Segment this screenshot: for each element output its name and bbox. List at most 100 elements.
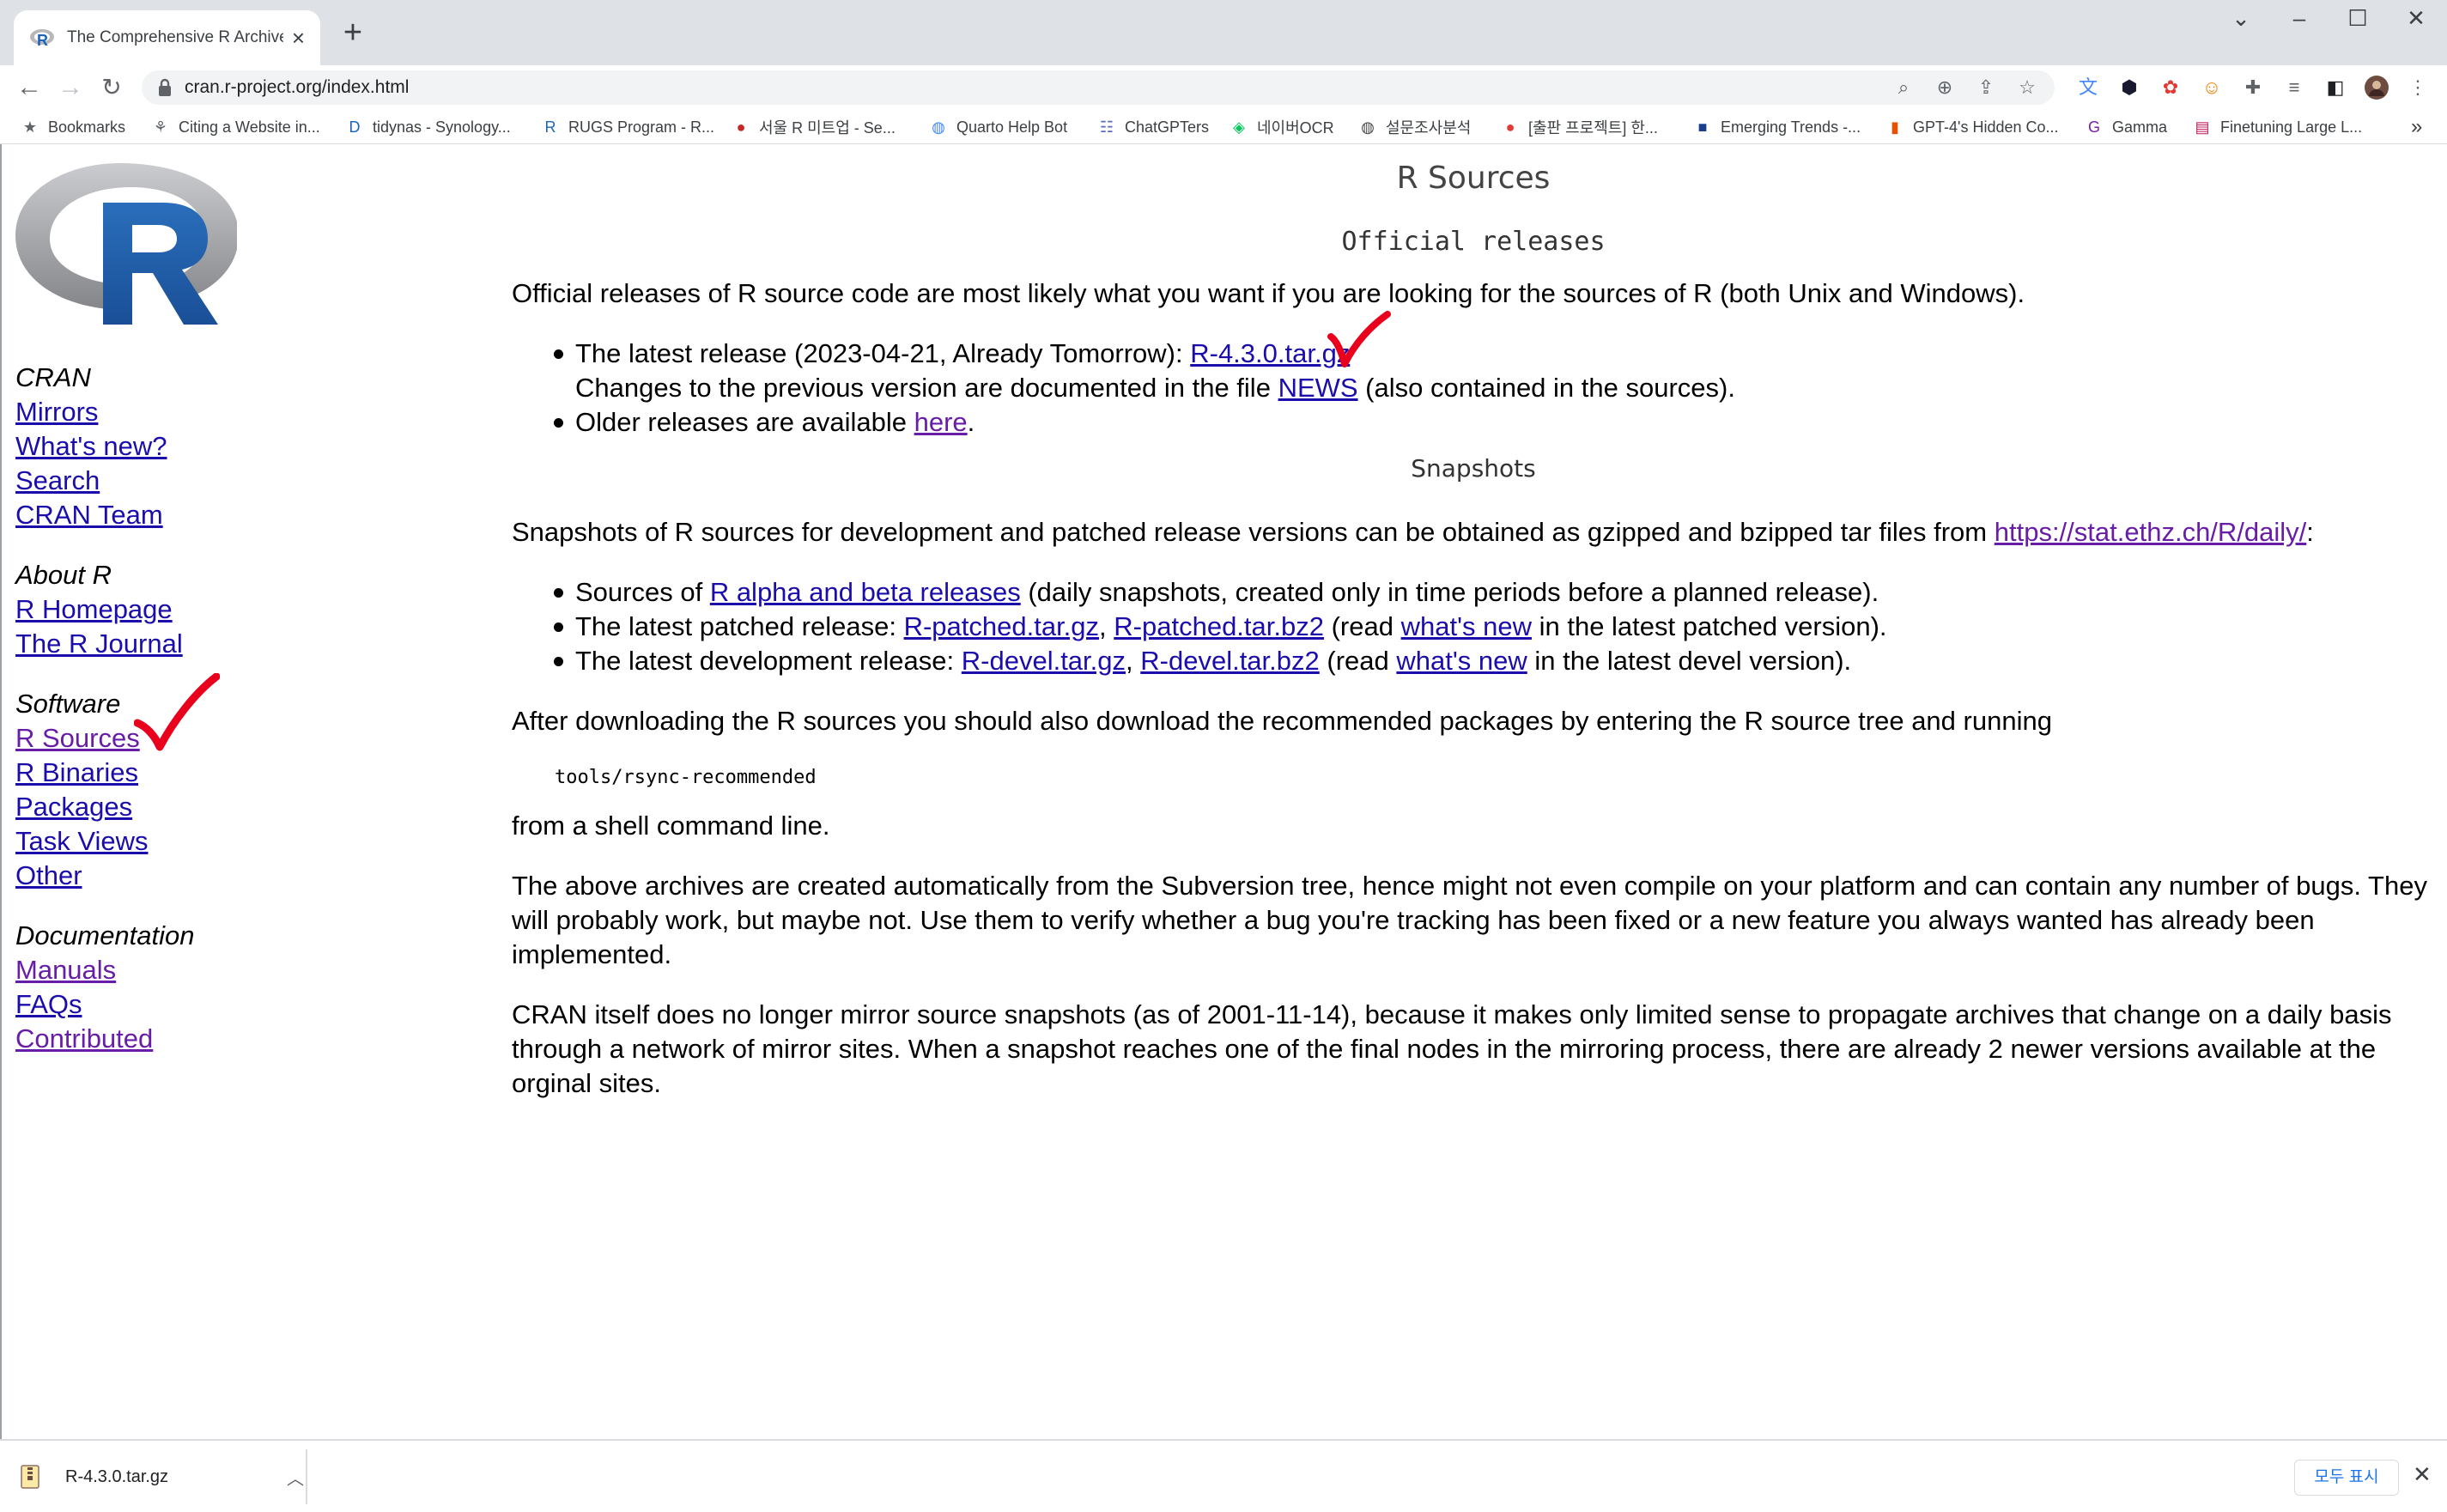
bookmark-item[interactable]: ● 서울 R 미트업 - Se... bbox=[732, 115, 896, 139]
reload-icon[interactable]: ↻ bbox=[94, 70, 129, 105]
show-all-downloads-button[interactable]: 모두 표시 bbox=[2294, 1460, 2399, 1496]
bookmark-icon: ▮ bbox=[1891, 118, 1899, 136]
r-patched-gz-link[interactable]: R-patched.tar.gz bbox=[904, 611, 1099, 641]
page-title: R Sources bbox=[1396, 161, 1551, 196]
bookmarks-bar: ★ Bookmarks ⚘ Citing a Website in... Dtidyna… bbox=[0, 110, 2447, 144]
older-releases-here-link[interactable]: here bbox=[914, 407, 968, 437]
sidebar-link-other[interactable]: Other bbox=[15, 859, 149, 893]
download-item[interactable]: R-4.3.0.tar.gz ︿ bbox=[21, 1453, 304, 1501]
back-icon[interactable]: ← bbox=[12, 70, 46, 105]
bookmark-star-icon[interactable]: ☆ bbox=[2015, 76, 2039, 100]
sidebar-link-manuals[interactable]: Manuals bbox=[15, 953, 195, 987]
tab-close-icon[interactable]: × bbox=[292, 25, 305, 52]
bookmark-item[interactable]: ▮ GPT-4's Hidden Co... bbox=[1885, 115, 2059, 139]
rsync-command: tools/rsync-recommended bbox=[555, 767, 817, 788]
chat-extension-icon[interactable]: ☺ bbox=[2200, 76, 2224, 100]
puzzle-icon[interactable]: ✚ bbox=[2241, 76, 2265, 100]
sidebar-link-task-views[interactable]: Task Views bbox=[15, 824, 149, 859]
sidebar-link-r-sources[interactable]: R Sources bbox=[15, 721, 149, 756]
r-devel-gz-link[interactable]: R-devel.tar.gz bbox=[962, 646, 1126, 676]
download-file-name: R-4.3.0.tar.gz bbox=[65, 1466, 169, 1486]
translate-extension-icon[interactable]: 文 bbox=[2076, 76, 2100, 100]
bookmark-label: GPT-4's Hidden Co... bbox=[1913, 118, 2059, 136]
sidebar-link-mirrors[interactable]: Mirrors bbox=[15, 395, 167, 429]
sidebar-link-r-binaries[interactable]: R Binaries bbox=[15, 756, 149, 790]
media-queue-icon[interactable]: ≡ bbox=[2282, 76, 2306, 100]
r-4-3-0-download-link[interactable]: R-4.3.0.tar.gz bbox=[1190, 338, 1350, 368]
menu-kebab-icon[interactable]: ⋮ bbox=[2406, 76, 2430, 100]
hexagon-extension-icon[interactable]: ⬢ bbox=[2117, 76, 2141, 100]
official-releases-heading: Official releases bbox=[1341, 227, 1606, 257]
r-patched-bz2-link[interactable]: R-patched.tar.bz2 bbox=[1114, 611, 1324, 641]
bookmark-item[interactable]: R RUGS Program - R... bbox=[541, 115, 715, 139]
color-extension-icon[interactable]: ✿ bbox=[2159, 76, 2183, 100]
divider bbox=[306, 1449, 307, 1504]
close-download-bar-icon[interactable]: ✕ bbox=[2413, 1461, 2432, 1488]
chat-icon: ☷ bbox=[1099, 118, 1114, 136]
bookmark-item[interactable]: ★ Bookmarks bbox=[21, 115, 125, 139]
search-icon[interactable]: ⌕ bbox=[1891, 76, 1916, 100]
r-devel-bz2-link[interactable]: R-devel.tar.bz2 bbox=[1140, 646, 1320, 676]
browser-tab[interactable]: R The Comprehensive R Archive N × bbox=[14, 10, 320, 65]
bookmark-label: Gamma bbox=[2112, 118, 2168, 136]
forward-icon[interactable]: → bbox=[53, 70, 88, 105]
bookmark-item[interactable]: ▤ Finetuning Large L... bbox=[2193, 115, 2362, 139]
bookmark-item[interactable]: ◈ 네이버OCR bbox=[1230, 115, 1334, 139]
close-window-button[interactable]: ✕ bbox=[2390, 5, 2442, 34]
bookmark-item[interactable]: Dtidynas - Synology... bbox=[345, 115, 511, 139]
bookmark-item[interactable]: ● [출판 프로젝트] 한... bbox=[1501, 115, 1658, 139]
chevron-up-icon[interactable]: ︿ bbox=[287, 1465, 304, 1490]
leaf-icon: ⚘ bbox=[153, 118, 168, 136]
sidebar-section-documentation: Documentation Manuals FAQs Contributed bbox=[15, 919, 195, 1056]
side-panel-icon[interactable]: ◧ bbox=[2323, 76, 2347, 100]
bookmark-item[interactable]: ◍ 설문조사분석 bbox=[1358, 115, 1471, 139]
shell-line-text: from a shell command line. bbox=[512, 811, 830, 841]
sidebar-link-packages[interactable]: Packages bbox=[15, 790, 149, 824]
lock-icon bbox=[159, 78, 171, 96]
sidebar-link-contributed[interactable]: Contributed bbox=[15, 1022, 195, 1056]
comma-text: , bbox=[1126, 646, 1141, 676]
more-bookmarks-button[interactable]: » bbox=[2411, 115, 2422, 139]
bookmark-item[interactable]: G Gamma bbox=[2085, 115, 2167, 139]
tab-search-icon[interactable]: ⌄ bbox=[2215, 5, 2267, 34]
zoom-icon[interactable]: ⊕ bbox=[1933, 76, 1957, 100]
sidebar-link-faqs[interactable]: FAQs bbox=[15, 987, 195, 1022]
bookmark-label: Emerging Trends -... bbox=[1721, 118, 1861, 136]
sidebar-link-cran-team[interactable]: CRAN Team bbox=[15, 498, 167, 532]
sidebar-link-whats-new[interactable]: What's new? bbox=[15, 429, 167, 464]
publish-icon: ● bbox=[1505, 118, 1515, 136]
share-icon[interactable]: ⇪ bbox=[1974, 76, 1998, 100]
bookmark-item[interactable]: ◍ Quarto Help Bot bbox=[929, 115, 1067, 139]
bookmark-item[interactable]: ■ Emerging Trends -... bbox=[1693, 115, 1861, 139]
bookmark-item[interactable]: ⚘ Citing a Website in... bbox=[151, 115, 320, 139]
bookmark-label: Quarto Help Bot bbox=[956, 118, 1068, 136]
tab-title: The Comprehensive R Archive N bbox=[67, 28, 283, 46]
news-link[interactable]: NEWS bbox=[1278, 373, 1358, 403]
list-item: The latest patched release: R-patched.ta… bbox=[512, 610, 2435, 644]
sidebar-link-r-journal[interactable]: The R Journal bbox=[15, 627, 183, 661]
red-checkmark-icon bbox=[134, 673, 220, 751]
read-text: (read bbox=[1323, 611, 1401, 641]
red-checkmark-icon bbox=[1327, 311, 1391, 367]
devel-release-text: The latest development release: bbox=[575, 646, 962, 676]
new-tab-button[interactable]: + bbox=[337, 16, 369, 50]
colon-text: : bbox=[2306, 517, 2314, 547]
r-logo bbox=[15, 163, 237, 325]
list-item: The latest development release: R-devel.… bbox=[512, 644, 2435, 678]
stat-ethz-daily-link[interactable]: https://stat.ethz.ch/R/daily/ bbox=[1995, 517, 2307, 547]
archives-paragraph: The above archives are created automatic… bbox=[512, 871, 2427, 969]
bookmark-item[interactable]: ☷ ChatGPTers bbox=[1097, 115, 1209, 139]
patched-whats-new-link[interactable]: what's new bbox=[1401, 611, 1532, 641]
minimize-button[interactable]: – bbox=[2274, 5, 2325, 34]
official-release-list: The latest release (2023-04-21, Already … bbox=[512, 337, 2435, 440]
sidebar-link-r-homepage[interactable]: R Homepage bbox=[15, 592, 183, 627]
bookmark-label: Finetuning Large L... bbox=[2220, 118, 2363, 136]
sources-of-text: Sources of bbox=[575, 577, 710, 607]
devel-whats-new-link[interactable]: what's new bbox=[1396, 646, 1527, 676]
sidebar-link-search[interactable]: Search bbox=[15, 464, 167, 498]
alpha-beta-releases-link[interactable]: R alpha and beta releases bbox=[710, 577, 1021, 607]
maximize-button[interactable]: ☐ bbox=[2332, 5, 2383, 34]
profile-avatar[interactable] bbox=[2365, 76, 2389, 100]
sidebar-heading: Documentation bbox=[15, 920, 195, 950]
address-bar[interactable]: cran.r-project.org/index.html ⌕ ⊕ ⇪ ☆ bbox=[142, 70, 2055, 105]
